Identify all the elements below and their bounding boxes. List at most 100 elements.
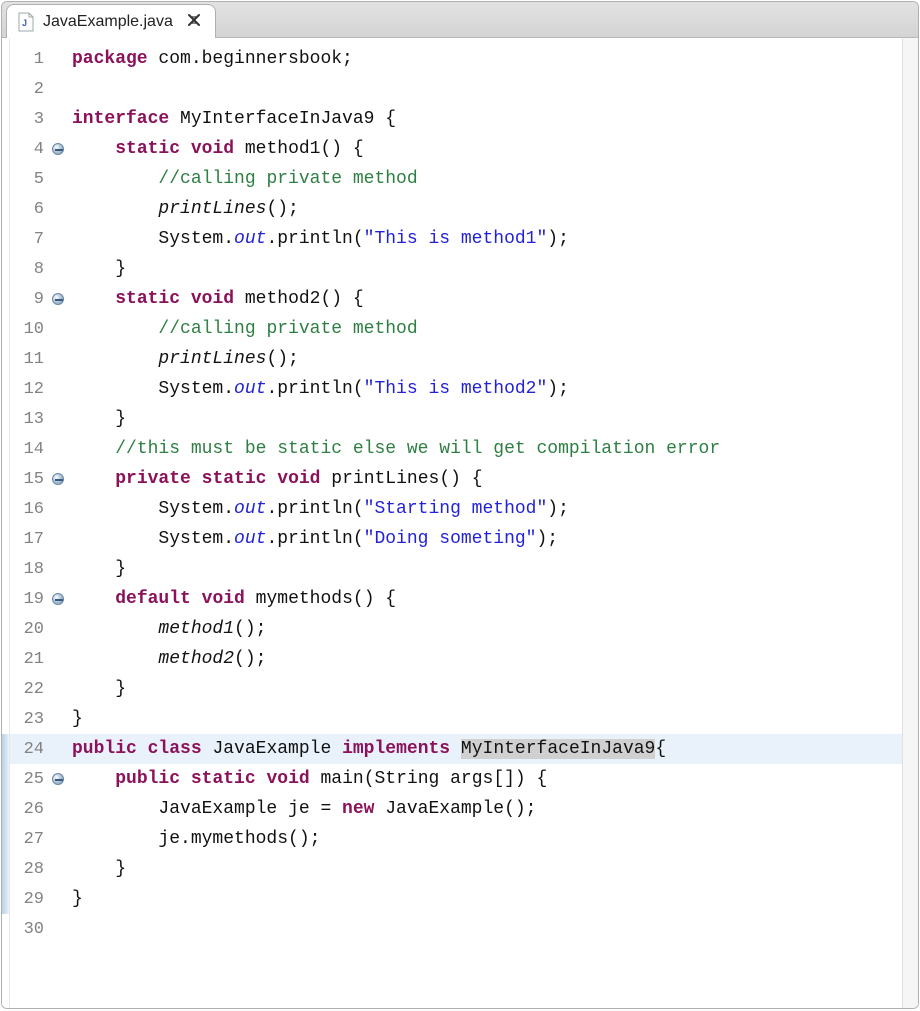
code-line[interactable]: 16 System.out.println("Starting method")… [10,494,902,524]
code-line[interactable]: 17 System.out.println("Doing someting"); [10,524,902,554]
code-line[interactable]: 20 method1(); [10,614,902,644]
code-text[interactable]: public class JavaExample implements MyIn… [66,734,902,764]
fold-gutter[interactable] [50,293,66,305]
code-line[interactable]: 24 public class JavaExample implements My… [10,734,902,764]
code-text[interactable]: System.out.println("This is method2"); [66,374,902,404]
code-line[interactable]: 21 method2(); [10,644,902,674]
code-line[interactable]: 1package com.beginnersbook; [10,44,902,74]
svg-text:J: J [22,18,27,28]
code-line[interactable]: 4 static void method1() { [10,134,902,164]
fold-collapse-icon[interactable] [52,473,64,485]
code-line[interactable]: 30 [10,914,902,944]
code-text[interactable]: interface MyInterfaceInJava9 { [66,104,902,134]
fold-collapse-icon[interactable] [52,773,64,785]
code-line[interactable]: 27 je.mymethods(); [10,824,902,854]
code-text[interactable]: } [66,404,902,434]
line-number: 8 [10,260,50,279]
code-text[interactable]: System.out.println("This is method1"); [66,224,902,254]
fold-collapse-icon[interactable] [52,293,64,305]
line-number: 25 [10,770,50,789]
code-text[interactable]: static void method1() { [66,134,902,164]
code-text[interactable]: JavaExample je = new JavaExample(); [66,794,902,824]
code-text[interactable]: //this must be static else we will get c… [66,434,902,464]
java-file-icon: J [17,12,35,32]
code-text[interactable]: static void method2() { [66,284,902,314]
code-line[interactable]: 18 } [10,554,902,584]
code-text[interactable]: System.out.println("Doing someting"); [66,524,902,554]
code-line[interactable]: 8 } [10,254,902,284]
line-number: 13 [10,410,50,429]
editor-frame: J JavaExample.java 1package com.beginner… [1,1,919,1009]
line-number: 18 [10,560,50,579]
code-text[interactable]: package com.beginnersbook; [66,44,902,74]
code-line[interactable]: 7 System.out.println("This is method1"); [10,224,902,254]
file-tab[interactable]: J JavaExample.java [6,4,216,38]
vertical-scrollbar[interactable] [902,38,918,1008]
fold-collapse-icon[interactable] [52,143,64,155]
left-ruler [2,38,10,1008]
line-number: 15 [10,470,50,489]
code-line[interactable]: 23} [10,704,902,734]
code-lines[interactable]: 1package com.beginnersbook;2 3 interface M… [10,38,902,1008]
line-number: 28 [10,860,50,879]
fold-collapse-icon[interactable] [52,593,64,605]
code-line[interactable]: 15 private static void printLines() { [10,464,902,494]
code-text[interactable]: } [66,854,902,884]
code-line[interactable]: 5 //calling private method [10,164,902,194]
line-number: 16 [10,500,50,519]
code-line[interactable]: 6 printLines(); [10,194,902,224]
code-line[interactable]: 12 System.out.println("This is method2")… [10,374,902,404]
code-text[interactable]: printLines(); [66,344,902,374]
code-line[interactable]: 9 static void method2() { [10,284,902,314]
code-area: 1package com.beginnersbook;2 3 interface M… [2,38,918,1008]
line-number: 11 [10,350,50,369]
line-number: 9 [10,290,50,309]
code-line[interactable]: 25 public static void main(String args[]… [10,764,902,794]
code-text[interactable]: je.mymethods(); [66,824,902,854]
code-line[interactable]: 19 default void mymethods() { [10,584,902,614]
code-text[interactable]: } [66,704,902,734]
code-text[interactable]: } [66,254,902,284]
code-text[interactable]: //calling private method [66,164,902,194]
code-line[interactable]: 22 } [10,674,902,704]
close-icon[interactable] [187,11,201,32]
line-number: 6 [10,200,50,219]
fold-gutter[interactable] [50,773,66,785]
fold-gutter[interactable] [50,593,66,605]
tab-filename: JavaExample.java [43,13,173,31]
line-number: 21 [10,650,50,669]
line-number: 27 [10,830,50,849]
line-number: 10 [10,320,50,339]
code-text[interactable]: System.out.println("Starting method"); [66,494,902,524]
line-number: 5 [10,170,50,189]
code-text[interactable]: public static void main(String args[]) { [66,764,902,794]
code-line[interactable]: 28 } [10,854,902,884]
fold-gutter[interactable] [50,143,66,155]
code-line[interactable]: 10 //calling private method [10,314,902,344]
line-number: 3 [10,110,50,129]
code-text[interactable]: } [66,674,902,704]
code-text[interactable]: private static void printLines() { [66,464,902,494]
line-number: 17 [10,530,50,549]
code-text[interactable]: printLines(); [66,194,902,224]
code-line[interactable]: 2 [10,74,902,104]
code-line[interactable]: 29} [10,884,902,914]
code-line[interactable]: 14 //this must be static else we will ge… [10,434,902,464]
code-line[interactable]: 3 interface MyInterfaceInJava9 { [10,104,902,134]
line-number: 24 [10,740,50,759]
code-text[interactable]: method2(); [66,644,902,674]
line-number: 20 [10,620,50,639]
code-text[interactable]: default void mymethods() { [66,584,902,614]
code-text[interactable]: //calling private method [66,314,902,344]
code-line[interactable]: 11 printLines(); [10,344,902,374]
line-number: 22 [10,680,50,699]
code-line[interactable]: 26 JavaExample je = new JavaExample(); [10,794,902,824]
code-text[interactable]: method1(); [66,614,902,644]
tab-bar: J JavaExample.java [2,2,918,38]
fold-gutter[interactable] [50,473,66,485]
line-number: 29 [10,890,50,909]
code-line[interactable]: 13 } [10,404,902,434]
line-number: 26 [10,800,50,819]
code-text[interactable]: } [66,884,902,914]
code-text[interactable]: } [66,554,902,584]
